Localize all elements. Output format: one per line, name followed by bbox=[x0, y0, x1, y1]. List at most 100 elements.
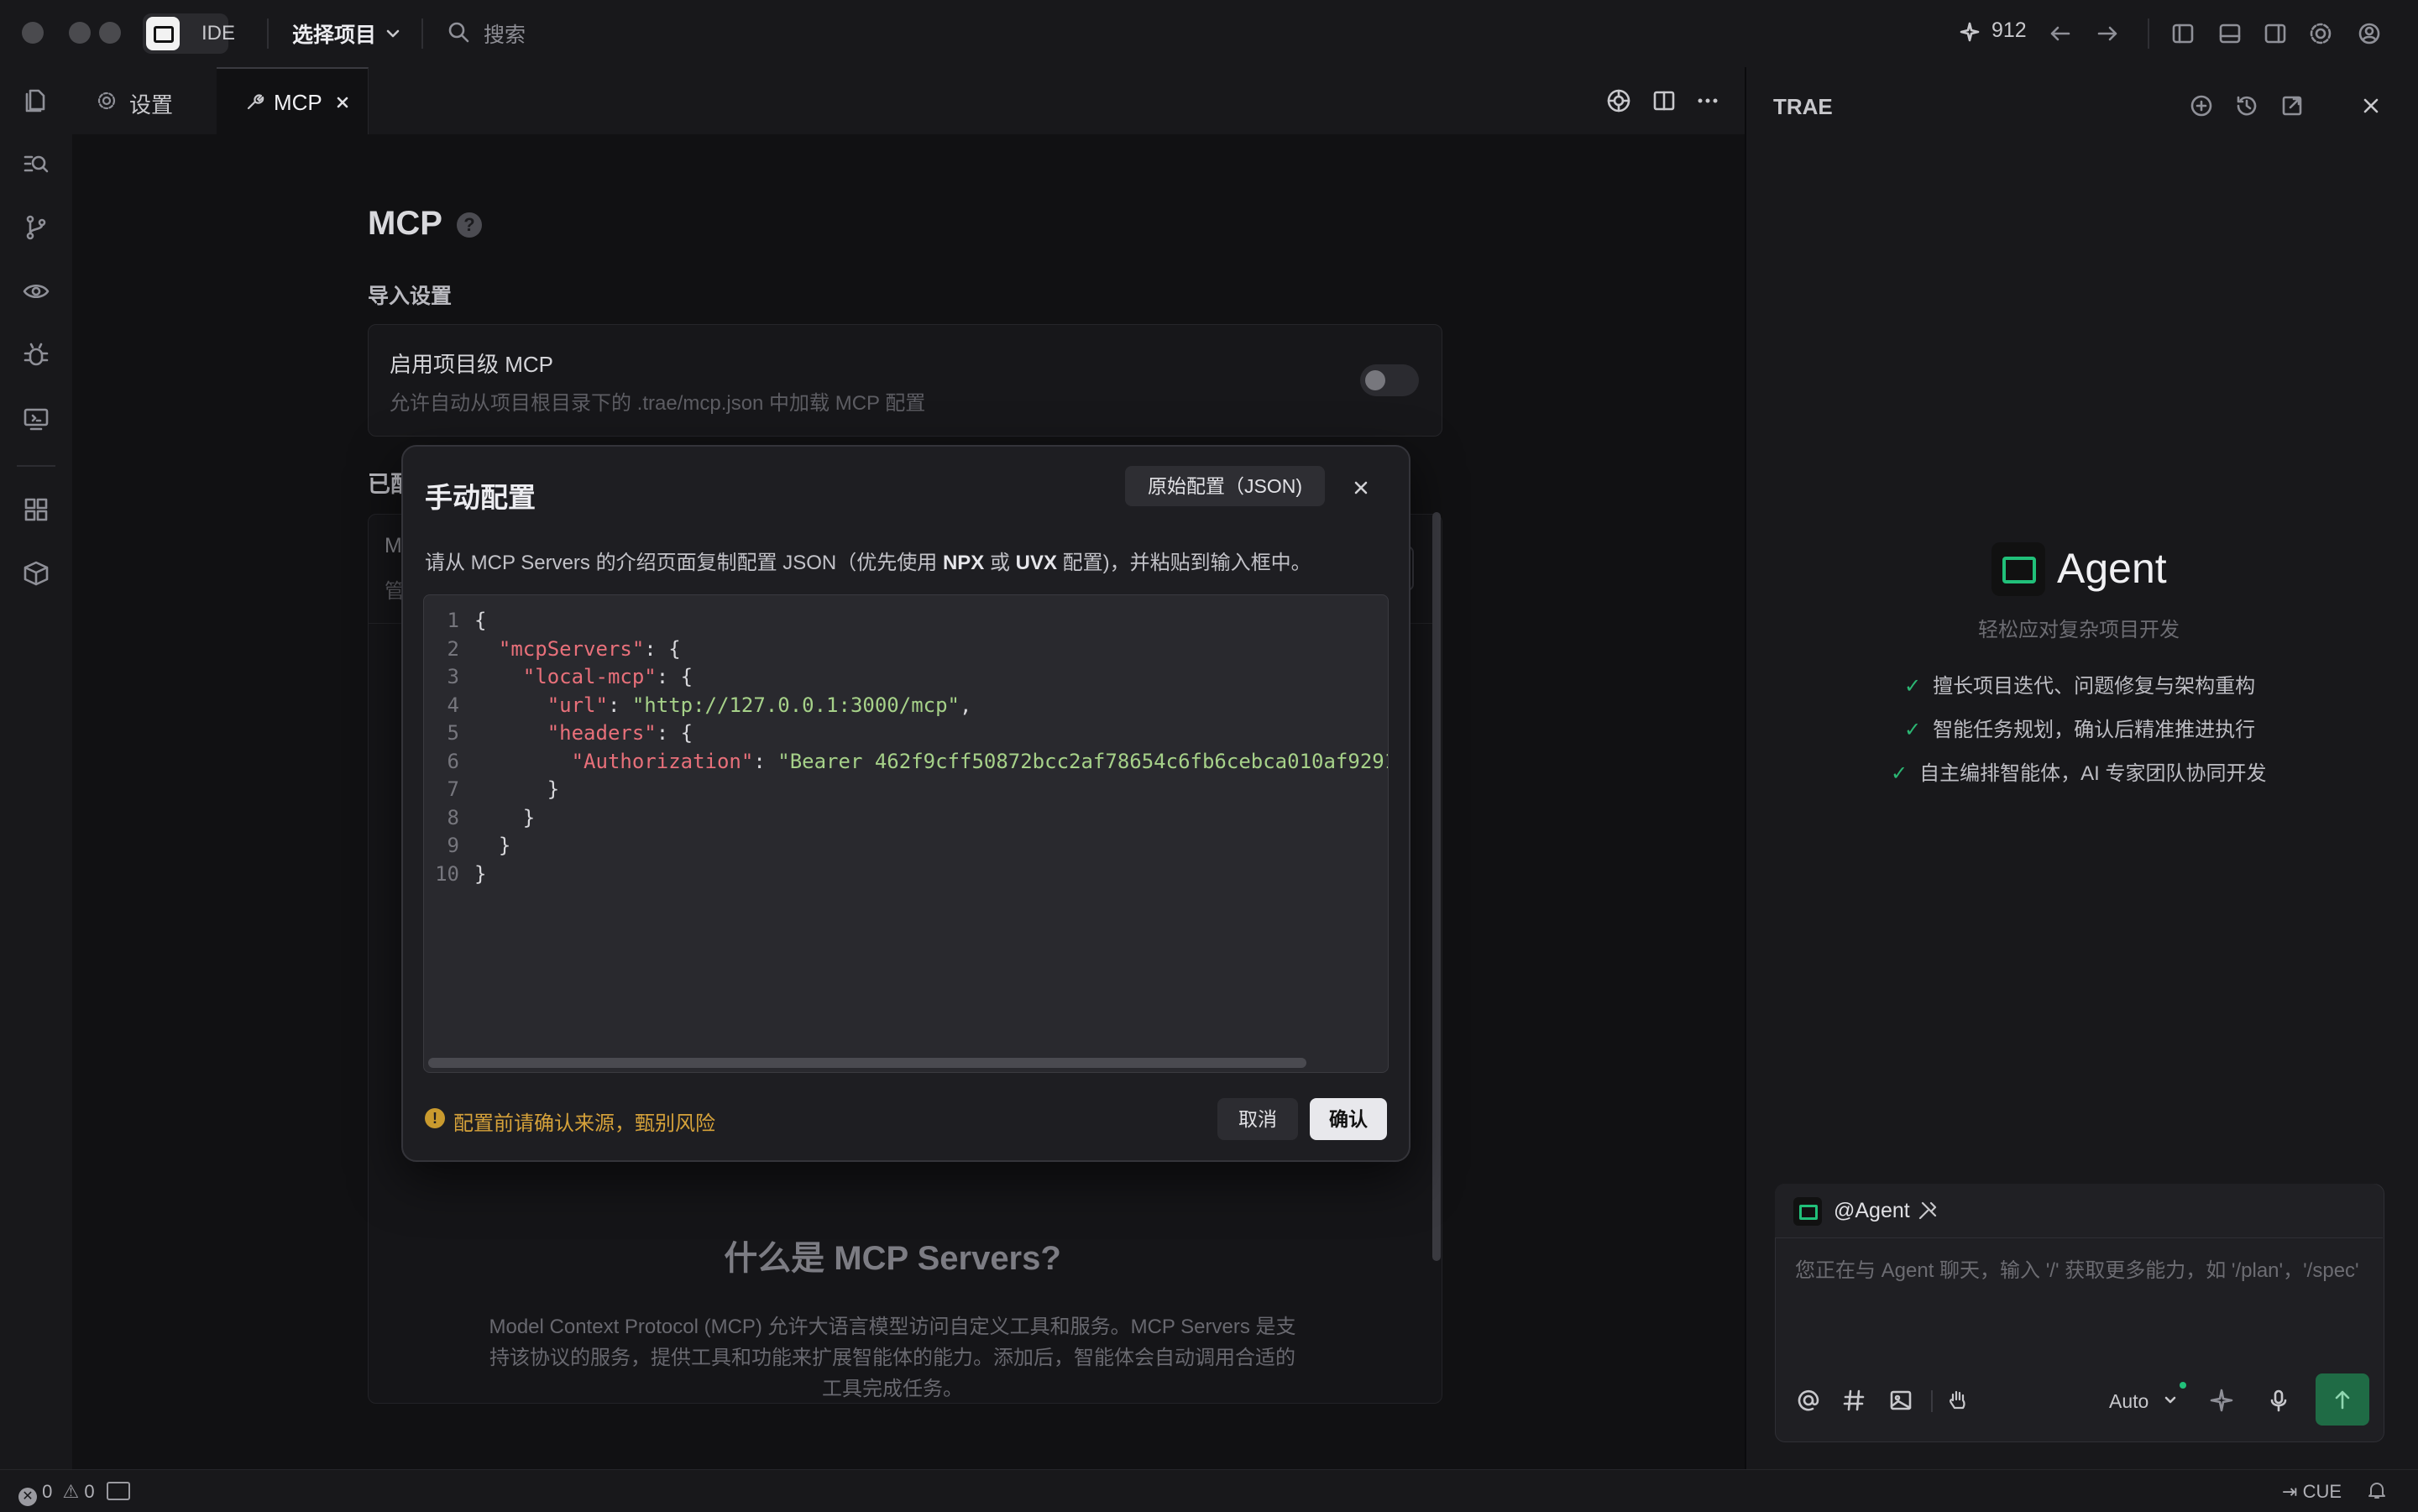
close-icon[interactable] bbox=[1348, 475, 1374, 500]
feature-item: ✓ 擅长项目迭代、问题修复与架构重构 bbox=[1904, 669, 2255, 698]
code-line: 6 "Authorization": "Bearer 462f9cff50872… bbox=[424, 748, 1388, 777]
open-external-icon[interactable] bbox=[2279, 92, 2305, 119]
mode-label: Auto bbox=[2109, 1390, 2149, 1412]
sparkle-icon bbox=[1960, 22, 1980, 42]
problems-indicator[interactable]: ✕ 0 ⚠ 0 bbox=[18, 1481, 130, 1506]
toggle-sidebar-icon[interactable] bbox=[2169, 20, 2196, 47]
warning-count: 0 bbox=[84, 1481, 95, 1502]
credits-count[interactable]: 912 bbox=[1991, 18, 2027, 43]
toggle-panel-icon[interactable] bbox=[2216, 20, 2243, 47]
check-icon: ✓ bbox=[1891, 762, 1908, 785]
tools-icon[interactable] bbox=[1916, 1199, 1939, 1222]
history-icon[interactable] bbox=[2233, 92, 2260, 119]
search-files-icon[interactable] bbox=[22, 149, 50, 178]
feature-text: 自主编排智能体，AI 专家团队协同开发 bbox=[1919, 762, 2267, 785]
sparkle-icon[interactable] bbox=[2208, 1387, 2235, 1414]
activity-bar bbox=[0, 67, 72, 1469]
code-line: 4 "url": "http://127.0.0.1:3000/mcp", bbox=[424, 692, 1388, 720]
mention-at-icon[interactable] bbox=[1795, 1387, 1822, 1414]
chevron-down-icon bbox=[2164, 1396, 2176, 1404]
raw-json-button[interactable]: 原始配置（JSON) bbox=[1125, 466, 1325, 506]
section-heading-import: 导入设置 bbox=[368, 285, 453, 308]
send-button[interactable] bbox=[2316, 1373, 2369, 1426]
image-upload-icon[interactable] bbox=[1887, 1387, 1914, 1414]
feature-item: ✓ 自主编排智能体，AI 专家团队协同开发 bbox=[1891, 756, 2266, 786]
chat-input[interactable]: 您正在与 Agent 聊天，输入 '/' 获取更多能力，如 '/plan'，'/… bbox=[1795, 1254, 2363, 1288]
servers-card-letter: M bbox=[385, 534, 402, 557]
line-number: 1 bbox=[447, 609, 459, 632]
warning-text: 配置前请确认来源，甄别风险 bbox=[453, 1112, 715, 1135]
feature-text: 擅长项目迭代、问题修复与架构重构 bbox=[1933, 675, 2256, 698]
close-icon[interactable] bbox=[334, 94, 351, 111]
project-mcp-label: 启用项目级 MCP bbox=[390, 352, 554, 377]
desc-uvx: UVX bbox=[1015, 552, 1057, 574]
confirm-button[interactable]: 确认 bbox=[1310, 1098, 1387, 1140]
search-placeholder: 搜索 bbox=[484, 24, 526, 47]
divider bbox=[267, 18, 269, 49]
close-window-button[interactable] bbox=[22, 22, 44, 44]
microphone-icon[interactable] bbox=[2265, 1387, 2292, 1414]
code-line: 3 "local-mcp": { bbox=[424, 663, 1388, 692]
preview-eye-icon[interactable] bbox=[22, 277, 50, 306]
page-title: MCP bbox=[368, 205, 442, 242]
line-number: 2 bbox=[447, 636, 459, 661]
gear-icon[interactable] bbox=[2307, 20, 2334, 47]
close-icon[interactable] bbox=[2358, 92, 2384, 119]
hand-stop-icon[interactable] bbox=[1944, 1387, 1971, 1414]
minimize-window-button[interactable] bbox=[69, 22, 91, 44]
tab-mcp[interactable]: MCP bbox=[217, 67, 369, 136]
divider bbox=[421, 18, 423, 49]
error-count: 0 bbox=[42, 1481, 53, 1502]
agent-mention[interactable]: @Agent bbox=[1834, 1199, 1910, 1223]
package-cube-icon[interactable] bbox=[22, 559, 50, 588]
project-mcp-description: 允许自动从项目根目录下的 .trae/mcp.json 中加载 MCP 配置 bbox=[390, 392, 926, 415]
zoom-window-button[interactable] bbox=[99, 22, 121, 44]
hash-context-icon[interactable] bbox=[1840, 1387, 1867, 1414]
line-number: 5 bbox=[447, 721, 459, 745]
what-is-mcp-title: 什么是 MCP Servers? bbox=[724, 1240, 1061, 1277]
notification-bell-icon[interactable] bbox=[2366, 1479, 2388, 1501]
project-mcp-card bbox=[368, 324, 1442, 437]
horizontal-scrollbar[interactable] bbox=[428, 1058, 1306, 1068]
account-icon[interactable] bbox=[2356, 20, 2383, 47]
remote-monitor-icon[interactable] bbox=[22, 405, 50, 433]
ai-assist-icon[interactable] bbox=[1604, 86, 1634, 116]
editor-scrollbar[interactable] bbox=[1432, 512, 1441, 1261]
tab-settings[interactable]: 设置 bbox=[72, 67, 217, 134]
agent-subtitle: 轻松应对复杂项目开发 bbox=[1978, 619, 2180, 641]
code-text: "headers": { bbox=[547, 721, 693, 745]
json-config-editor[interactable]: 1{2 "mcpServers": {3 "local-mcp": {4 "ur… bbox=[423, 594, 1389, 1073]
check-icon: ✓ bbox=[1904, 719, 1922, 741]
code-text: { bbox=[474, 609, 487, 632]
arrow-left-icon[interactable] bbox=[2047, 20, 2074, 47]
debug-bug-icon[interactable] bbox=[22, 341, 50, 369]
panel-title: TRAE bbox=[1773, 94, 1833, 119]
toggle-aux-bar-icon[interactable] bbox=[2262, 20, 2289, 47]
line-number: 6 bbox=[447, 749, 459, 773]
cue-status[interactable]: ⇥ CUE bbox=[2282, 1481, 2342, 1503]
help-icon[interactable]: ? bbox=[457, 212, 482, 238]
source-control-icon[interactable] bbox=[22, 213, 50, 242]
code-line: 1{ bbox=[424, 607, 1388, 636]
ide-switch-button[interactable]: IDE bbox=[143, 13, 235, 54]
line-number: 10 bbox=[435, 861, 459, 886]
dialog-title: 手动配置 bbox=[425, 482, 536, 513]
cancel-button[interactable]: 取消 bbox=[1217, 1098, 1298, 1140]
new-chat-icon[interactable] bbox=[2188, 92, 2215, 119]
code-line: 7 } bbox=[424, 776, 1388, 804]
line-number: 3 bbox=[447, 665, 459, 688]
arrow-right-icon[interactable] bbox=[2094, 20, 2121, 47]
split-editor-icon[interactable] bbox=[1651, 87, 1677, 114]
agent-name: Agent bbox=[2057, 545, 2167, 592]
project-mcp-toggle[interactable] bbox=[1360, 364, 1419, 396]
error-icon: ✕ bbox=[18, 1488, 37, 1506]
code-text: } bbox=[474, 861, 487, 886]
agent-mini-icon bbox=[1793, 1197, 1822, 1226]
warning-icon: ! bbox=[425, 1108, 445, 1128]
dialog-description: 请从 MCP Servers 的介绍页面复制配置 JSON（优先使用 NPX 或… bbox=[425, 546, 1311, 575]
extensions-icon[interactable] bbox=[22, 495, 50, 524]
more-options-icon[interactable] bbox=[1694, 87, 1721, 114]
code-line: 9 } bbox=[424, 832, 1388, 861]
check-icon: ✓ bbox=[1904, 675, 1922, 698]
explorer-icon[interactable] bbox=[22, 86, 50, 114]
